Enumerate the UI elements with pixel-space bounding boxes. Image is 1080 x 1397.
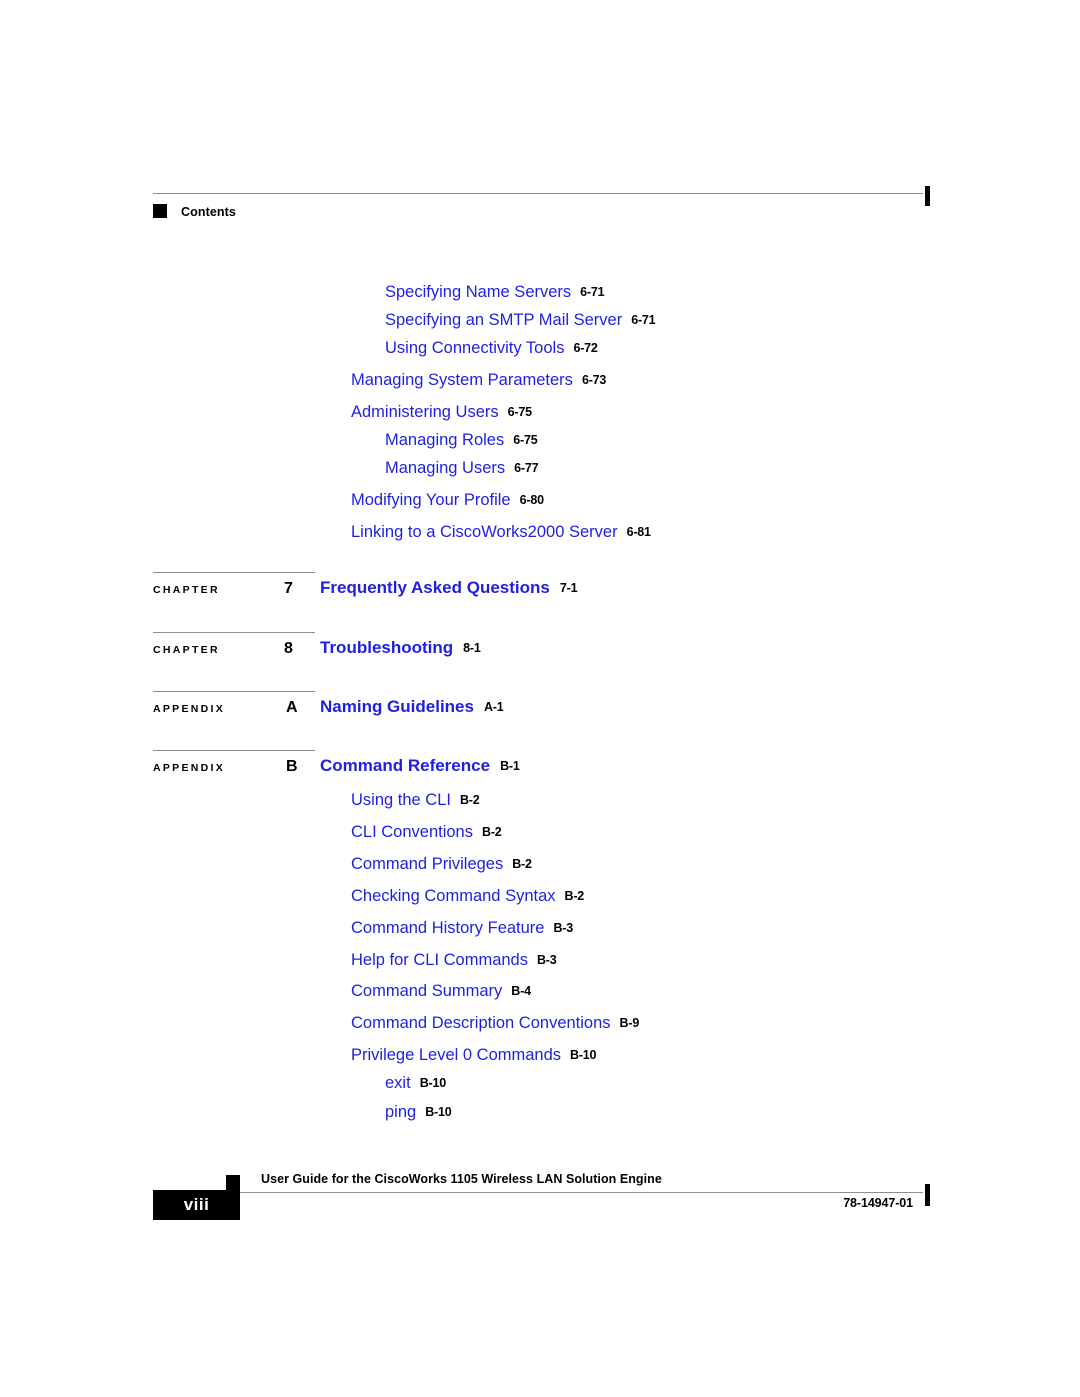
toc-entry-page: B-3 xyxy=(553,921,574,935)
chapter-title-text: Command Reference xyxy=(320,756,491,775)
chapter-page: B-1 xyxy=(500,759,520,773)
toc-entry[interactable]: Managing Users 6-77 xyxy=(385,459,539,477)
chapter-number: 8 xyxy=(284,640,293,657)
toc-entry-page: 6-71 xyxy=(631,313,656,327)
toc-entry-page: 6-75 xyxy=(513,433,538,447)
document-page: Contents Specifying Name Servers 6-71 Spec… xyxy=(0,0,1080,1397)
toc-entry-title: Linking to a CiscoWorks2000 Server xyxy=(351,523,618,541)
toc-entry-title: Managing Roles xyxy=(385,431,505,449)
toc-entry-page: B-2 xyxy=(482,825,502,839)
toc-entry-title: exit xyxy=(385,1074,411,1092)
chapter-title-text: Naming Guidelines xyxy=(320,697,474,716)
toc-entry-title: Privilege Level 0 Commands xyxy=(351,1046,562,1064)
footer-rule xyxy=(225,1192,923,1193)
chapter-rule xyxy=(153,632,315,633)
toc-entry[interactable]: Privilege Level 0 Commands B-10 xyxy=(351,1046,597,1064)
toc-entry-title: Specifying an SMTP Mail Server xyxy=(385,311,623,329)
chapter-title[interactable]: Command Reference B-1 xyxy=(320,757,520,774)
toc-entry-title: Command History Feature xyxy=(351,919,545,937)
chapter-title[interactable]: Troubleshooting 8-1 xyxy=(320,639,481,656)
toc-entry-page: 6-72 xyxy=(573,341,598,355)
chapter-block[interactable]: APPENDIX B Command Reference B-1 xyxy=(153,750,943,796)
toc-entry[interactable]: Administering Users 6-75 xyxy=(351,404,532,421)
chapter-rule xyxy=(153,750,315,751)
chapter-title-text: Frequently Asked Questions xyxy=(320,578,550,597)
footer-document-title: User Guide for the CiscoWorks 1105 Wirel… xyxy=(261,1172,662,1186)
header-rule xyxy=(153,193,923,194)
toc-entry[interactable]: Command Summary B-4 xyxy=(351,983,531,1000)
toc-entry[interactable]: Specifying Name Servers 6-71 xyxy=(385,283,605,301)
chapter-kind-label: APPENDIX xyxy=(153,703,226,715)
toc-entry-page: B-2 xyxy=(512,857,532,871)
footer-bullet-icon xyxy=(226,1175,240,1190)
chapter-page: 7-1 xyxy=(559,581,578,595)
chapter-page: 8-1 xyxy=(463,641,481,655)
chapter-kind-label: APPENDIX xyxy=(153,762,226,774)
running-footer: User Guide for the CiscoWorks 1105 Wirel… xyxy=(153,1172,943,1232)
document-number: 78-14947-01 xyxy=(843,1196,913,1210)
toc-entry-page: B-10 xyxy=(425,1105,452,1119)
toc-entry[interactable]: Managing System Parameters 6-73 xyxy=(351,372,606,389)
toc-entry-title: Checking Command Syntax xyxy=(351,887,556,905)
toc-entry[interactable]: Specifying an SMTP Mail Server 6-71 xyxy=(385,311,656,329)
header-label: Contents xyxy=(181,205,236,219)
toc-entry[interactable]: Command Description Conventions B-9 xyxy=(351,1015,639,1032)
toc-entry-page: 6-71 xyxy=(580,285,605,299)
toc-entry-page: B-4 xyxy=(511,984,531,998)
toc-entry-title: Using Connectivity Tools xyxy=(385,339,565,357)
toc-entry[interactable]: Command History Feature B-3 xyxy=(351,920,573,937)
chapter-block[interactable]: APPENDIX A Naming Guidelines A-1 xyxy=(153,691,943,737)
toc-entry-title: CLI Conventions xyxy=(351,823,473,841)
toc-entry-title: Command Description Conventions xyxy=(351,1014,611,1032)
footer-change-bar xyxy=(925,1184,930,1206)
toc-entry-page: 6-73 xyxy=(581,373,607,387)
toc-entry-page: 6-77 xyxy=(514,461,539,475)
toc-entry[interactable]: ping B-10 xyxy=(385,1104,452,1121)
toc-entry-title: Specifying Name Servers xyxy=(385,283,572,301)
chapter-kind-label: CHAPTER xyxy=(153,644,220,656)
toc-entry-page: 6-80 xyxy=(519,493,544,507)
chapter-block[interactable]: CHAPTER 7 Frequently Asked Questions 7-1 xyxy=(153,572,943,618)
chapter-page: A-1 xyxy=(483,700,504,714)
toc-entry[interactable]: exit B-10 xyxy=(385,1075,446,1092)
toc-entry[interactable]: CLI Conventions B-2 xyxy=(351,824,502,841)
toc-entry-title: Administering Users xyxy=(351,403,499,421)
toc-entry-title: Command Privileges xyxy=(351,855,504,873)
toc-entry-title: Help for CLI Commands xyxy=(351,951,528,969)
header-change-bar xyxy=(925,186,930,206)
chapter-block[interactable]: CHAPTER 8 Troubleshooting 8-1 xyxy=(153,632,943,678)
toc-entry-title: Command Summary xyxy=(351,982,503,1000)
toc-entry-page: B-2 xyxy=(564,889,585,903)
chapter-kind-label: CHAPTER xyxy=(153,584,220,596)
toc-entry-title: ping xyxy=(385,1103,417,1121)
toc-entry[interactable]: Modifying Your Profile 6-80 xyxy=(351,492,544,509)
chapter-rule xyxy=(153,691,315,692)
chapter-rule xyxy=(153,572,315,573)
toc-entry-title: Managing System Parameters xyxy=(351,371,573,389)
toc-entry-page: 6-81 xyxy=(626,525,651,539)
chapter-number: A xyxy=(286,699,298,716)
toc-entry-page: 6-75 xyxy=(507,405,532,419)
toc-entry-page: B-10 xyxy=(419,1076,446,1090)
chapter-title-text: Troubleshooting xyxy=(320,638,454,657)
toc-entry[interactable]: Help for CLI Commands B-3 xyxy=(351,952,557,969)
toc-entry[interactable]: Checking Command Syntax B-2 xyxy=(351,888,584,905)
toc-entry-title: Modifying Your Profile xyxy=(351,491,511,509)
toc-entry-page: B-3 xyxy=(536,953,557,967)
toc-entry-page: B-10 xyxy=(570,1048,597,1062)
toc-entry-page: B-9 xyxy=(619,1016,640,1030)
toc-entry[interactable]: Using Connectivity Tools 6-72 xyxy=(385,340,598,357)
toc-entry[interactable]: Linking to a CiscoWorks2000 Server 6-81 xyxy=(351,524,651,541)
toc-entry[interactable]: Command Privileges B-2 xyxy=(351,856,532,873)
chapter-title[interactable]: Frequently Asked Questions 7-1 xyxy=(320,578,578,597)
toc-entry[interactable]: Managing Roles 6-75 xyxy=(385,431,538,449)
chapter-number: 7 xyxy=(284,580,293,597)
header-bullet-icon xyxy=(153,204,167,218)
chapter-number: B xyxy=(286,758,298,775)
running-header: Contents xyxy=(153,186,930,233)
chapter-title[interactable]: Naming Guidelines A-1 xyxy=(320,698,504,715)
toc-entry-title: Managing Users xyxy=(385,459,506,477)
